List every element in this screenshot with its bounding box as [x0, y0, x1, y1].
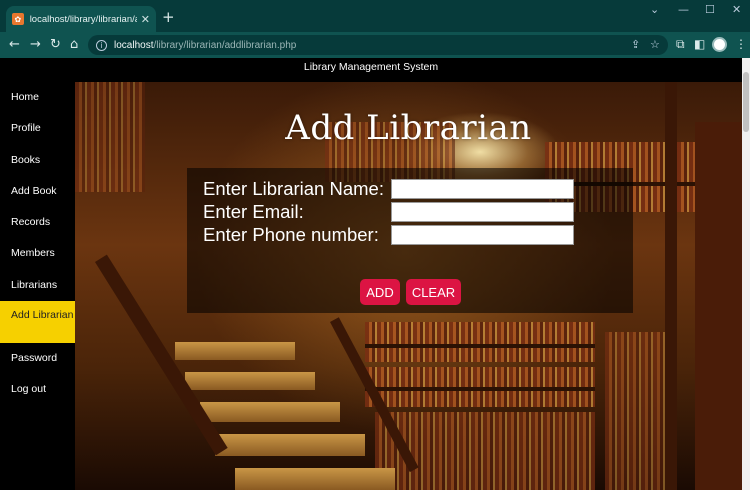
browser-toolbar: ← → ↻ ⌂ i localhost /library/librarian/a… [0, 32, 750, 58]
sidebar-item-records[interactable]: Records [0, 207, 75, 238]
clear-button[interactable]: CLEAR [406, 279, 461, 305]
url-path: /library/librarian/addlibrarian.php [153, 39, 297, 51]
close-window-icon[interactable]: ✕ [732, 3, 741, 16]
phone-input[interactable] [391, 225, 574, 245]
email-input[interactable] [391, 202, 574, 222]
side-panel-icon[interactable]: ◧ [694, 37, 705, 51]
minimize-window-icon[interactable]: — [678, 3, 689, 16]
name-row: Enter Librarian Name: [203, 178, 391, 200]
tab-title: localhost/library/librarian/addlib [29, 13, 137, 25]
sidebar-item-add-book[interactable]: Add Book [0, 176, 75, 207]
sidebar-item-log-out[interactable]: Log out [0, 374, 75, 405]
sidebar-item-librarians[interactable]: Librarians [0, 270, 75, 301]
sidebar: Home Profile Books Add Book Records Memb… [0, 82, 75, 490]
forward-arrow-icon[interactable]: → [30, 36, 41, 54]
reload-icon[interactable]: ↻ [50, 36, 61, 54]
scrollbar-thumb[interactable] [743, 72, 749, 132]
xampp-favicon-icon: ✿ [12, 13, 24, 25]
share-icon[interactable]: ⇪ [631, 38, 640, 51]
close-tab-icon[interactable]: ✕ [141, 13, 150, 26]
back-arrow-icon[interactable]: ← [9, 36, 20, 54]
url-host: localhost [114, 39, 154, 51]
tab-search-chevron-icon[interactable]: ⌄ [650, 3, 659, 16]
page-title: Add Librarian [285, 108, 532, 148]
librarian-name-input[interactable] [391, 179, 574, 199]
sidebar-item-home[interactable]: Home [0, 82, 75, 113]
main-content: Add Librarian Enter Librarian Name: Ente… [75, 82, 742, 490]
page-scrollbar[interactable] [742, 58, 750, 490]
sidebar-item-books[interactable]: Books [0, 145, 75, 176]
address-bar[interactable]: i localhost /library/librarian/addlibrar… [88, 35, 668, 55]
site-header: Library Management System [0, 58, 742, 82]
extensions-icon[interactable]: ⧉ [676, 37, 685, 52]
browser-tab-bar: ✿ localhost/library/librarian/addlib ✕ +… [0, 0, 750, 32]
sidebar-item-password[interactable]: Password [0, 343, 75, 374]
home-icon[interactable]: ⌂ [70, 36, 78, 54]
sidebar-item-profile[interactable]: Profile [0, 113, 75, 144]
browser-tab[interactable]: ✿ localhost/library/librarian/addlib ✕ [6, 6, 156, 32]
sidebar-item-add-librarian[interactable]: Add Librarian [0, 301, 75, 344]
email-label: Enter Email: [203, 201, 304, 222]
bookmark-star-icon[interactable]: ☆ [650, 38, 660, 51]
phone-label: Enter Phone number: [203, 224, 379, 245]
new-tab-icon[interactable]: + [162, 8, 175, 26]
email-row: Enter Email: [203, 201, 391, 223]
name-label: Enter Librarian Name: [203, 178, 384, 199]
page: Library Management System Home Profile B… [0, 58, 750, 490]
profile-avatar[interactable] [712, 37, 727, 52]
maximize-window-icon[interactable]: ☐ [705, 3, 715, 16]
sidebar-item-members[interactable]: Members [0, 238, 75, 269]
add-librarian-form: Enter Librarian Name: Enter Email: Enter… [187, 168, 633, 313]
site-info-icon[interactable]: i [96, 39, 107, 51]
browser-menu-icon[interactable]: ⋮ [735, 37, 747, 51]
phone-row: Enter Phone number: [203, 224, 391, 246]
add-button[interactable]: ADD [360, 279, 400, 305]
